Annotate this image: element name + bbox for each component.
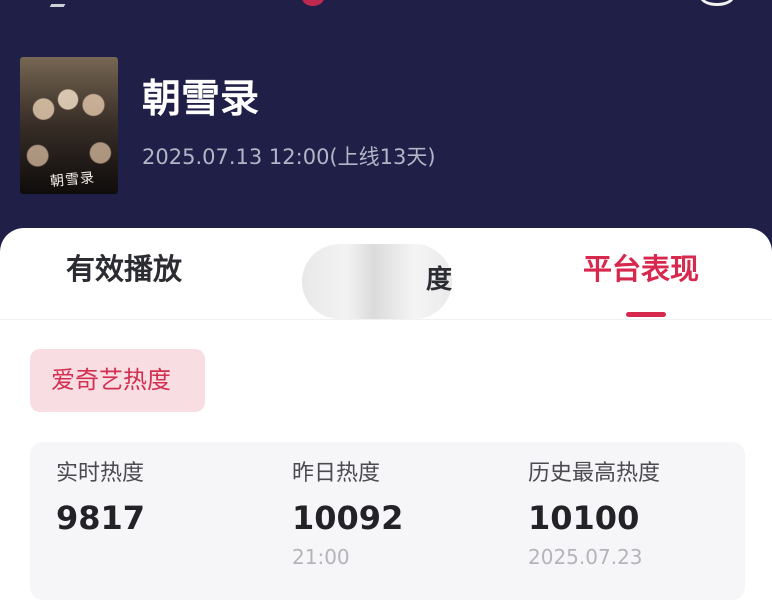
header-banner: 朝雪录 朝雪录 2025.07.13 12:00(上线13天) [0,0,772,250]
stat-value: 10092 [292,499,404,537]
heat-stats-card: 实时热度 9817 昨日热度 10092 21:00 历史最高热度 10100 … [30,442,745,600]
drama-poster[interactable]: 朝雪录 [20,57,118,194]
stat-label: 昨日热度 [292,461,381,486]
realtime-heat-stat: 实时热度 9817 [56,459,256,539]
iqiyi-heat-label: 爱奇艺热度 [51,366,171,394]
stat-label: 实时热度 [56,461,145,486]
share-icon[interactable] [700,0,734,6]
back-icon[interactable] [49,0,73,7]
yesterday-heat-stat: 昨日热度 10092 21:00 [292,459,492,570]
poster-title: 朝雪录 [49,170,96,190]
stat-value: 10100 [528,499,640,537]
stat-label: 历史最高热度 [528,461,661,486]
tab-effective-play[interactable]: 有效播放 [66,249,182,289]
stat-date: 2025.07.23 [528,545,643,569]
release-info: 2025.07.13 12:00(上线13天) [142,145,436,169]
active-tab-indicator [626,312,666,317]
stat-value: 9817 [56,499,146,537]
historical-max-heat-stat: 历史最高热度 10100 2025.07.23 [528,459,728,570]
iqiyi-heat-badge[interactable]: 爱奇艺热度 [30,349,205,412]
drama-title: 朝雪录 [142,77,260,122]
tab-platform-performance[interactable]: 平台表现 [583,249,699,289]
tab-middle-label: 度 [425,265,452,295]
stat-time: 21:00 [292,545,350,569]
tab-middle[interactable]: 度 [302,244,452,319]
top-red-icon[interactable] [302,0,324,6]
tab-bar: 有效播放 度 平台表现 [0,228,772,320]
stats-sheet: 有效播放 度 平台表现 爱奇艺热度 实时热度 9817 昨日热度 10092 2… [0,228,772,600]
